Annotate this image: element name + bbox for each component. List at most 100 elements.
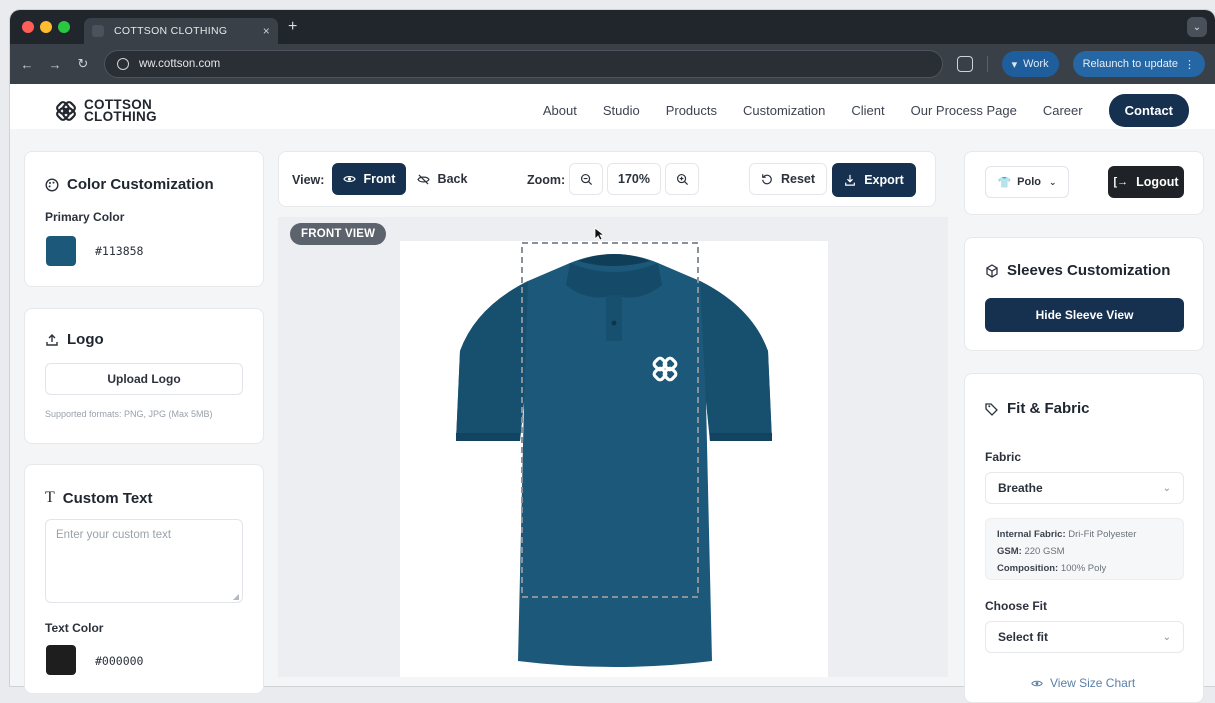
- reset-button[interactable]: Reset: [749, 163, 827, 195]
- primary-color-label: Primary Color: [45, 210, 124, 224]
- logout-icon: [→: [1113, 176, 1128, 188]
- view-size-chart-label: View Size Chart: [1050, 676, 1135, 690]
- profile-label: Work: [1023, 58, 1048, 70]
- gsm-key: GSM:: [997, 546, 1022, 557]
- nav-about[interactable]: About: [543, 103, 577, 118]
- product-type-select[interactable]: 👕 Polo ⌄: [985, 166, 1069, 198]
- primary-color-hex[interactable]: #113858: [95, 244, 143, 258]
- reset-icon: [761, 173, 773, 185]
- tab-search-button[interactable]: ⌄: [1187, 17, 1207, 37]
- product-type-label: Polo: [1017, 176, 1041, 188]
- url-text: ww.cottson.com: [139, 58, 220, 70]
- color-customization-card: Color Customization Primary Color #11385…: [24, 151, 264, 287]
- logout-label: Logout: [1136, 175, 1178, 189]
- mouse-cursor-icon: [594, 227, 604, 241]
- color-customization-title: Color Customization: [67, 176, 214, 193]
- view-label: View:: [292, 173, 324, 187]
- nav-products[interactable]: Products: [666, 103, 717, 118]
- fit-value: Select fit: [998, 630, 1048, 644]
- relaunch-label: Relaunch to update: [1083, 58, 1178, 70]
- site-info-icon[interactable]: [117, 58, 129, 70]
- front-view-badge: FRONT VIEW: [290, 223, 386, 245]
- browser-tab-strip: COTTSON CLOTHING × + ⌄: [10, 10, 1215, 44]
- forward-arrow-icon[interactable]: →: [48, 57, 62, 72]
- export-button[interactable]: Export: [832, 163, 916, 197]
- chevron-down-icon: ⌄: [1049, 177, 1057, 188]
- reload-icon[interactable]: ↻: [76, 56, 90, 72]
- new-tab-button[interactable]: +: [288, 18, 297, 36]
- tab-favicon-icon: [92, 25, 104, 37]
- upload-icon: [45, 333, 59, 347]
- chevron-down-icon: ⌄: [1163, 483, 1171, 494]
- custom-text-card: T Custom Text Enter your custom text ◢ T…: [24, 464, 264, 694]
- fabric-value: Breathe: [998, 481, 1043, 495]
- hide-sleeve-view-button[interactable]: Hide Sleeve View: [985, 298, 1184, 332]
- browser-tab[interactable]: COTTSON CLOTHING ×: [84, 18, 278, 44]
- chevron-down-icon: ⌄: [1163, 632, 1171, 643]
- maximize-window-button[interactable]: [58, 21, 70, 33]
- toolbar-divider: [987, 56, 988, 72]
- polo-shirt-preview: [400, 241, 828, 677]
- front-view-button[interactable]: Front: [332, 163, 406, 195]
- zoom-out-button[interactable]: [569, 163, 603, 195]
- zoom-in-button[interactable]: [665, 163, 699, 195]
- internal-fabric-row: Internal Fabric: Dri-Fit Polyester: [997, 526, 1172, 543]
- primary-color-swatch[interactable]: [46, 236, 76, 266]
- fit-fabric-heading: Fit & Fabric: [985, 400, 1090, 417]
- eye-off-icon: [417, 174, 430, 185]
- back-label: Back: [438, 172, 468, 186]
- nav-client[interactable]: Client: [851, 103, 884, 118]
- custom-text-placeholder: Enter your custom text: [56, 529, 171, 541]
- fit-select[interactable]: Select fit ⌄: [985, 621, 1184, 653]
- fabric-label: Fabric: [985, 450, 1021, 464]
- resize-handle-icon[interactable]: ◢: [233, 592, 239, 601]
- contact-button[interactable]: Contact: [1109, 94, 1189, 127]
- eye-icon: [1031, 679, 1043, 688]
- composition-row: Composition: 100% Poly: [997, 560, 1172, 577]
- fabric-select[interactable]: Breathe ⌄: [985, 472, 1184, 504]
- download-icon: [844, 174, 856, 186]
- cube-icon: [985, 264, 999, 278]
- view-toolbar: View: Front Back Zoom: 170% Reset Export: [278, 151, 936, 207]
- extensions-icon[interactable]: [957, 56, 973, 72]
- relaunch-button[interactable]: Relaunch to update ⋮: [1073, 51, 1205, 77]
- internal-fabric-key: Internal Fabric:: [997, 529, 1066, 540]
- back-arrow-icon[interactable]: ←: [20, 57, 34, 72]
- upload-logo-button[interactable]: Upload Logo: [45, 363, 243, 395]
- customizer-app: Color Customization Primary Color #11385…: [10, 129, 1215, 686]
- address-bar[interactable]: ww.cottson.com: [104, 50, 943, 78]
- window-controls: [22, 21, 70, 33]
- profile-button[interactable]: ▾ Work: [1002, 51, 1059, 77]
- sleeves-card: Sleeves Customization Hide Sleeve View: [964, 237, 1204, 351]
- nav-customization[interactable]: Customization: [743, 103, 825, 118]
- logo-title: Logo: [67, 331, 104, 348]
- gsm-value: 220 GSM: [1024, 546, 1064, 557]
- supported-formats-note: Supported formats: PNG, JPG (Max 5MB): [45, 409, 213, 419]
- tab-title: COTTSON CLOTHING: [114, 25, 263, 37]
- nav-our-process[interactable]: Our Process Page: [911, 103, 1017, 118]
- nav-career[interactable]: Career: [1043, 103, 1083, 118]
- palette-icon: [45, 178, 59, 192]
- tab-close-icon[interactable]: ×: [263, 24, 270, 38]
- logout-button[interactable]: [→ Logout: [1108, 166, 1184, 198]
- close-window-button[interactable]: [22, 21, 34, 33]
- zoom-label: Zoom:: [527, 173, 565, 187]
- gsm-row: GSM: 220 GSM: [997, 543, 1172, 560]
- custom-text-heading: T Custom Text: [45, 489, 153, 507]
- custom-text-input[interactable]: Enter your custom text ◢: [45, 519, 243, 603]
- zoom-in-icon: [676, 173, 689, 186]
- design-canvas[interactable]: FRONT VIEW: [278, 217, 948, 677]
- brand-logo[interactable]: COTTSON CLOTHING: [54, 99, 157, 123]
- minimize-window-button[interactable]: [40, 21, 52, 33]
- text-color-swatch[interactable]: [46, 645, 76, 675]
- text-color-hex[interactable]: #000000: [95, 654, 143, 668]
- shirt-icon: 👕: [997, 176, 1011, 189]
- text-type-icon: T: [45, 489, 55, 507]
- chevron-down-icon: ▾: [1012, 58, 1018, 71]
- back-view-button[interactable]: Back: [406, 163, 478, 195]
- nav-studio[interactable]: Studio: [603, 103, 640, 118]
- composition-value: 100% Poly: [1061, 563, 1106, 574]
- view-size-chart-link[interactable]: View Size Chart: [1031, 676, 1135, 690]
- eye-icon: [343, 174, 356, 184]
- zoom-level: 170%: [607, 163, 661, 195]
